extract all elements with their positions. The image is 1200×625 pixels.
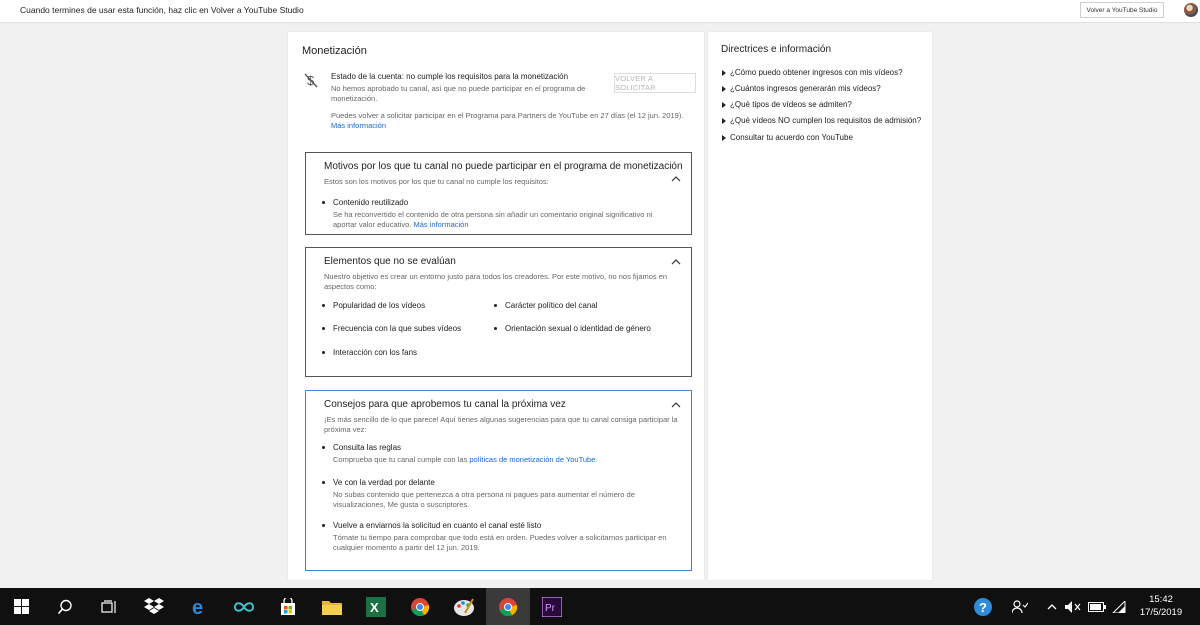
- guidelines-card: [708, 32, 932, 580]
- sidebar-link[interactable]: ¿Cómo puedo obtener ingresos con mis víd…: [722, 68, 903, 77]
- help-icon[interactable]: ?: [972, 588, 994, 625]
- account-status-description: No hemos aprobado tu canal, así que no p…: [331, 84, 586, 103]
- store-icon[interactable]: [266, 588, 310, 625]
- sidebar-link[interactable]: ¿Cuántos ingresos generarán mis vídeos?: [722, 84, 881, 93]
- chrome-icon[interactable]: [398, 588, 442, 625]
- tip-description: No subas contenido que pertenezca a otra…: [333, 490, 635, 509]
- reasons-panel-subtitle: Estos son los motivos por los que tu can…: [324, 177, 549, 186]
- reapply-button[interactable]: VOLVER A SOLICITAR: [614, 73, 696, 93]
- chevron-up-icon[interactable]: [671, 258, 681, 266]
- tips-panel-title: Consejos para que aprobemos tu canal la …: [324, 399, 566, 410]
- not-evaluated-panel: Elementos que no se evalúan Nuestro obje…: [305, 247, 692, 377]
- edge-icon[interactable]: e: [178, 588, 222, 625]
- sidebar-link[interactable]: ¿Qué vídeos NO cumplen los requisitos de…: [721, 116, 921, 125]
- clock-date: 17/5/2019: [1139, 607, 1183, 618]
- reason-description-text: Se ha reconvertido el contenido de otra …: [333, 210, 653, 229]
- list-item: Orientación sexual o identidad de género: [494, 324, 651, 333]
- chevron-up-icon[interactable]: [671, 401, 681, 409]
- tips-panel-subtitle: ¡Es más sencillo de lo que parece! Aquí …: [324, 415, 678, 434]
- sidebar-title: Directrices e información: [721, 44, 832, 55]
- reason-more-info-link[interactable]: Más información: [413, 220, 468, 229]
- avatar[interactable]: [1184, 3, 1198, 17]
- people-icon[interactable]: [1010, 588, 1030, 625]
- svg-text:e: e: [192, 598, 203, 616]
- wifi-icon[interactable]: [1110, 588, 1128, 625]
- notice-message: Cuando termines de usar esta función, ha…: [20, 5, 304, 15]
- list-item: Frecuencia con la que subes vídeos: [321, 324, 462, 333]
- function-notice-bar: Cuando termines de usar esta función, ha…: [0, 0, 1200, 23]
- premiere-label: Pr: [545, 603, 556, 614]
- help-label: ?: [979, 600, 987, 615]
- no-money-icon: $: [304, 73, 318, 88]
- dropbox-icon[interactable]: [132, 588, 176, 625]
- tip-title: Ve con la verdad por delante: [322, 478, 435, 487]
- tip-title: Vuelve a enviarnos la solicitud en cuant…: [321, 521, 542, 530]
- system-clock[interactable]: 15:42 17/5/2019: [1131, 593, 1191, 619]
- sidebar-link[interactable]: Consultar tu acuerdo con YouTube: [722, 133, 853, 142]
- reason-description: Se ha reconvertido el contenido de otra …: [333, 210, 678, 230]
- infinity-icon[interactable]: [222, 588, 266, 625]
- search-icon[interactable]: [44, 588, 86, 625]
- more-info-link[interactable]: Más información: [331, 121, 386, 130]
- show-desktop-button[interactable]: [1192, 588, 1200, 625]
- excel-icon[interactable]: X: [354, 588, 398, 625]
- excel-letter: X: [370, 600, 379, 615]
- tip-description-suffix: .: [595, 455, 598, 464]
- page-title: Monetización: [302, 45, 367, 57]
- reasons-panel: Motivos por los que tu canal no puede pa…: [305, 152, 692, 235]
- tip-title: Consulta las reglas: [321, 443, 402, 452]
- account-status-title: Estado de la cuenta: no cumple los requi…: [331, 72, 569, 81]
- clock-time: 15:42: [1149, 594, 1173, 605]
- list-item: Popularidad de los vídeos: [321, 301, 426, 310]
- volume-muted-icon[interactable]: [1064, 588, 1082, 625]
- battery-icon[interactable]: [1086, 588, 1108, 625]
- chevron-up-icon[interactable]: [1044, 588, 1060, 625]
- tip-description: Comprueba que tu canal cumple con las po…: [333, 455, 678, 465]
- premiere-icon[interactable]: Pr: [530, 588, 574, 625]
- task-view-icon[interactable]: [88, 588, 130, 625]
- back-to-studio-button[interactable]: Volver a YouTube Studio: [1080, 2, 1164, 18]
- tip-description: Tómate tu tiempo para comprobar que todo…: [333, 533, 667, 552]
- windows-taskbar: e X Pr ?: [0, 588, 1200, 625]
- list-item: Carácter político del canal: [494, 301, 598, 310]
- chevron-up-icon[interactable]: [671, 175, 681, 183]
- not-evaluated-panel-subtitle: Nuestro objetivo es crear un entorno jus…: [324, 272, 668, 291]
- monetization-policies-link[interactable]: políticas de monetización de YouTube: [469, 455, 595, 464]
- list-item: Interacción con los fans: [321, 348, 418, 357]
- file-explorer-icon[interactable]: [310, 588, 354, 625]
- tip-description-prefix: Comprueba que tu canal cumple con las: [333, 455, 470, 464]
- sidebar-link[interactable]: ¿Qué tipos de vídeos se admiten?: [722, 100, 852, 109]
- reapply-info: Puedes volver a solicitar participar en …: [331, 111, 684, 120]
- not-evaluated-panel-title: Elementos que no se evalúan: [324, 256, 456, 267]
- chrome-active-icon[interactable]: [486, 588, 530, 625]
- reason-title: Contenido reutilizado: [321, 198, 409, 207]
- reasons-panel-title: Motivos por los que tu canal no puede pa…: [324, 161, 683, 172]
- paint-icon[interactable]: [442, 588, 486, 625]
- tips-panel: Consejos para que aprobemos tu canal la …: [305, 390, 692, 571]
- windows-start-icon[interactable]: [0, 588, 42, 625]
